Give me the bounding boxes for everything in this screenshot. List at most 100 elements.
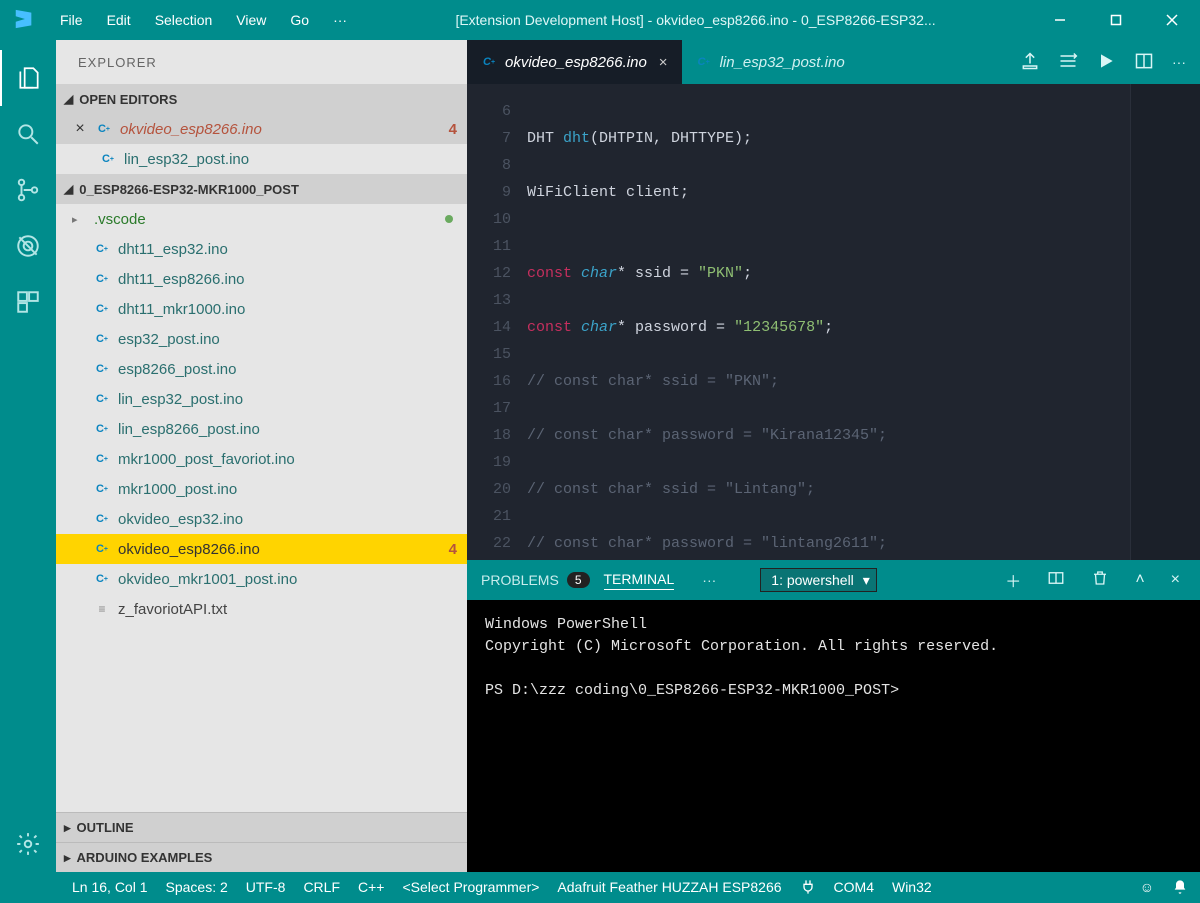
status-language[interactable]: C++ [358,879,384,895]
file-name: mkr1000_post.ino [118,481,237,498]
cpp-file-icon: C+ [100,151,116,167]
cpp-file-icon: C+ [94,421,110,437]
search-icon[interactable] [0,106,56,162]
outline-header[interactable]: ▸ OUTLINE [56,812,467,842]
file-name: okvideo_esp32.ino [118,511,243,528]
terminal-output[interactable]: Windows PowerShell Copyright (C) Microso… [467,600,1200,872]
status-eol[interactable]: CRLF [303,879,340,895]
status-encoding[interactable]: UTF-8 [246,879,286,895]
file-item[interactable]: C+ esp8266_post.ino [56,354,467,384]
terminal-tab[interactable]: TERMINAL [604,571,675,590]
file-name: mkr1000_post_favoriot.ino [118,451,295,468]
file-name: esp32_post.ino [118,331,220,348]
menu-file[interactable]: File [48,12,95,28]
file-name: okvideo_mkr1001_post.ino [118,571,297,588]
line-gutter: 6789101112131415161718192021222324 [467,84,527,560]
plug-icon[interactable] [800,879,816,895]
close-panel-icon[interactable]: × [1165,571,1186,589]
kill-terminal-icon[interactable] [1085,569,1115,592]
status-programmer[interactable]: <Select Programmer> [402,879,539,895]
maximize-button[interactable] [1088,0,1144,40]
chevron-right-icon: ▸ [64,820,71,836]
cpp-file-icon: C+ [94,301,110,317]
terminal-shell-selector[interactable]: 1: powershell [760,568,877,592]
file-item[interactable]: C+ mkr1000_post_favoriot.ino [56,444,467,474]
problems-tab[interactable]: PROBLEMS 5 [481,572,590,588]
close-icon[interactable]: × [72,120,88,138]
open-editor-item[interactable]: × C+ okvideo_esp8266.ino 4 [56,114,467,144]
file-item[interactable]: C+ esp32_post.ino [56,324,467,354]
code-content[interactable]: DHT dht(DHTPIN, DHTTYPE); WiFiClient cli… [527,84,1130,560]
minimize-button[interactable] [1032,0,1088,40]
status-bar: Ln 16, Col 1 Spaces: 2 UTF-8 CRLF C++ <S… [0,872,1200,902]
status-spaces[interactable]: Spaces: 2 [166,879,228,895]
settings-gear-icon[interactable] [0,816,56,872]
more-actions-icon[interactable]: ··· [1172,54,1186,70]
sidebar-header: EXPLORER [56,40,467,84]
notifications-bell-icon[interactable] [1172,879,1188,895]
cpp-file-icon: C+ [94,541,110,557]
status-port[interactable]: COM4 [834,879,874,895]
status-os[interactable]: Win32 [892,879,932,895]
arduino-examples-header[interactable]: ▸ ARDUINO EXAMPLES [56,842,467,872]
editor-tab[interactable]: C+ okvideo_esp8266.ino × [467,40,682,84]
file-item[interactable]: C+dht11_esp32.ino [56,234,467,264]
file-name: z_favoriotAPI.txt [118,601,227,618]
text-file-icon: ≡ [94,601,110,617]
explorer-icon[interactable] [0,50,56,106]
menu-view[interactable]: View [224,12,278,28]
file-item[interactable]: C+ lin_esp8266_post.ino [56,414,467,444]
split-terminal-icon[interactable] [1041,569,1071,592]
file-name: okvideo_esp8266.ino [118,541,260,558]
menu-more-icon[interactable]: ··· [321,12,359,28]
file-item[interactable]: C+ lin_esp32_post.ino [56,384,467,414]
file-name: lin_esp32_post.ino [118,391,243,408]
cpp-file-icon: C+ [94,331,110,347]
extensions-icon[interactable] [0,274,56,330]
file-name: lin_esp8266_post.ino [118,421,260,438]
problems-count-badge: 5 [567,572,590,588]
file-name: esp8266_post.ino [118,361,236,378]
feedback-smile-icon[interactable]: ☺ [1140,879,1154,895]
split-editor-icon[interactable] [1134,51,1154,74]
open-editors-header[interactable]: ◢ OPEN EDITORS [56,84,467,114]
title-bar: File Edit Selection View Go ··· [Extensi… [0,0,1200,40]
upload-icon[interactable] [1020,51,1040,74]
window-title: [Extension Development Host] - okvideo_e… [359,12,1032,28]
editor-tab[interactable]: C+ lin_esp32_post.ino [682,40,859,84]
menu-edit[interactable]: Edit [95,12,143,28]
status-lncol[interactable]: Ln 16, Col 1 [72,879,148,895]
new-terminal-icon[interactable]: ＋ [999,568,1027,592]
more-panels-icon[interactable]: ··· [702,572,716,588]
verify-icon[interactable] [1058,51,1078,74]
cpp-file-icon: C+ [94,451,110,467]
activity-bar [0,40,56,872]
status-board[interactable]: Adafruit Feather HUZZAH ESP8266 [557,879,781,895]
code-editor[interactable]: 6789101112131415161718192021222324 DHT d… [467,84,1200,560]
file-item[interactable]: C+okvideo_mkr1001_post.ino [56,564,467,594]
maximize-panel-icon[interactable]: ˄ [1129,571,1150,589]
file-item[interactable]: C+ dht11_mkr1000.ino [56,294,467,324]
open-editor-item[interactable]: C+ lin_esp32_post.ino [56,144,467,174]
file-item[interactable]: C+mkr1000_post.ino [56,474,467,504]
run-icon[interactable] [1096,51,1116,74]
debug-icon[interactable] [0,218,56,274]
folder-item[interactable]: ▸ .vscode [56,204,467,234]
cpp-file-icon: C+ [96,121,112,137]
explorer-sidebar: EXPLORER ◢ OPEN EDITORS × C+ okvideo_esp… [56,40,467,872]
minimap[interactable] [1130,84,1200,560]
workspace-header[interactable]: ◢ 0_ESP8266-ESP32-MKR1000_POST [56,174,467,204]
source-control-icon[interactable] [0,162,56,218]
file-item[interactable]: C+okvideo_esp32.ino [56,504,467,534]
file-name: dht11_mkr1000.ino [118,301,245,318]
close-icon[interactable]: × [659,54,668,71]
cpp-file-icon: C+ [94,361,110,377]
file-item[interactable]: C+okvideo_esp8266.ino4 [56,534,467,564]
cpp-file-icon: C+ [94,391,110,407]
chevron-right-icon: ▸ [72,213,86,226]
close-button[interactable] [1144,0,1200,40]
file-item[interactable]: C+dht11_esp8266.ino [56,264,467,294]
file-item[interactable]: ≡ z_favoriotAPI.txt [56,594,467,624]
menu-selection[interactable]: Selection [143,12,225,28]
menu-go[interactable]: Go [278,12,321,28]
